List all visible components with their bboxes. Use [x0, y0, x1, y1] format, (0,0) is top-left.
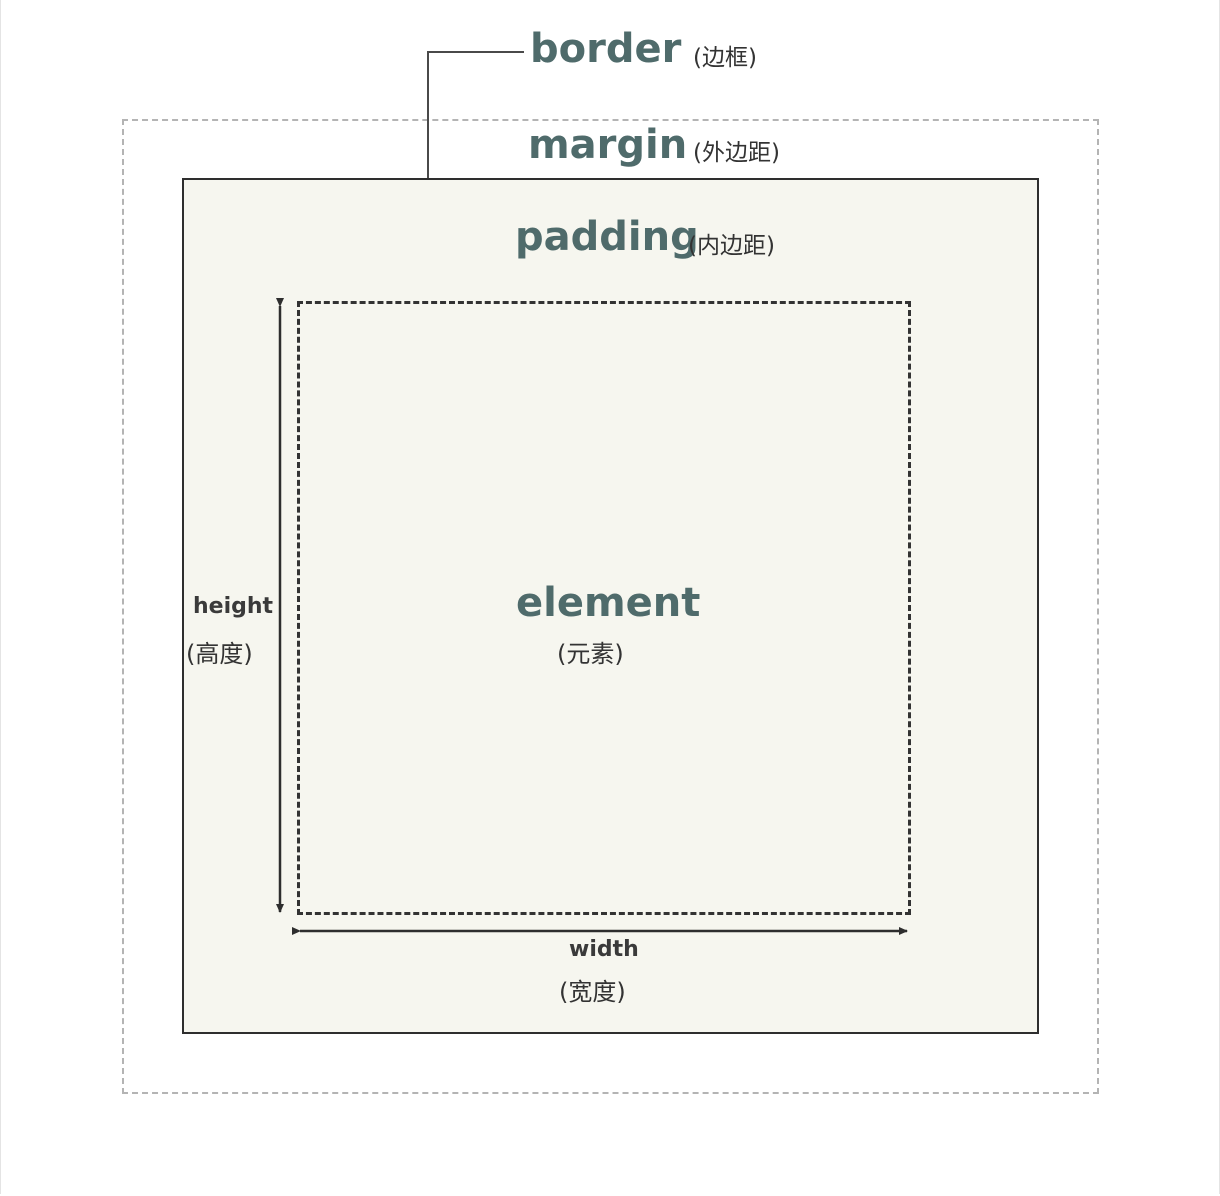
width-term-label: width: [569, 937, 639, 962]
element-cn-label: (元素): [557, 640, 624, 668]
border-term-label: border: [530, 26, 682, 72]
padding-cn-label: (内边距): [688, 233, 775, 259]
height-cn-label: (高度): [186, 640, 253, 668]
margin-term-label: margin: [528, 122, 688, 168]
element-term-label: element: [516, 580, 701, 626]
height-term-label: height: [193, 594, 274, 619]
padding-term-label: padding: [515, 214, 699, 260]
border-leader-line: [427, 51, 524, 178]
border-cn-label: (边框): [693, 45, 757, 71]
margin-cn-label: (外边距): [693, 140, 780, 166]
width-cn-label: (宽度): [559, 978, 626, 1006]
